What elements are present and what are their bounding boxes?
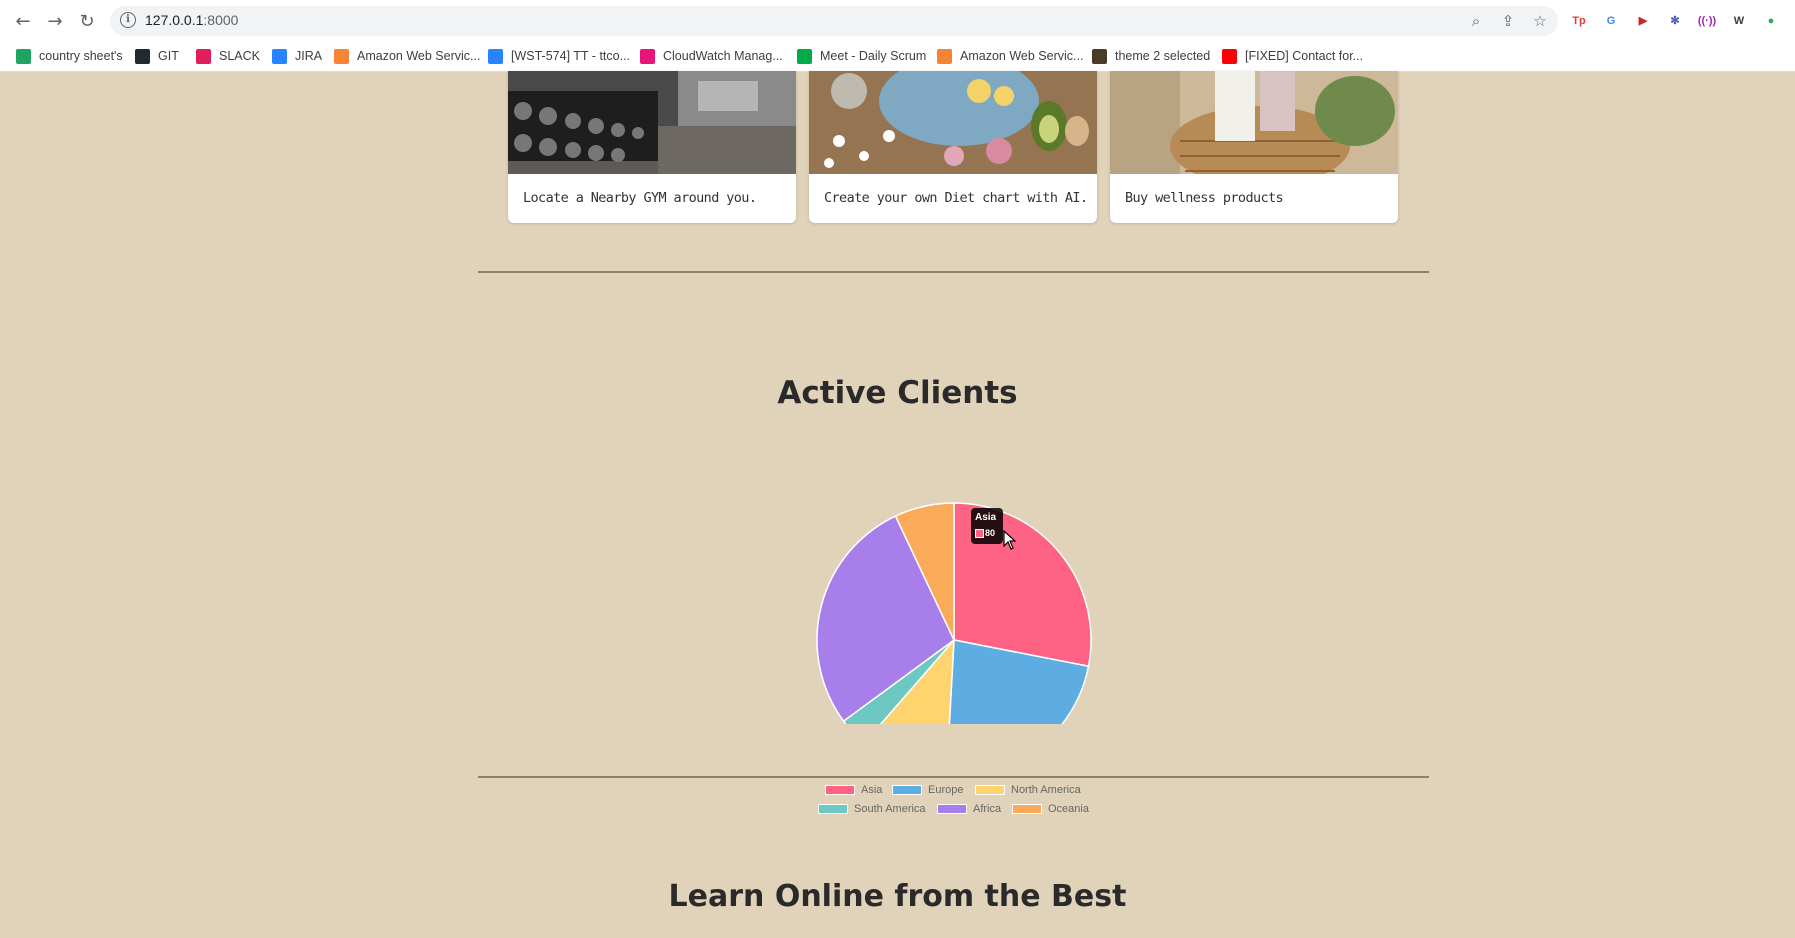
bookmark-item[interactable]: GIT (135, 45, 179, 67)
bookmark-label: [WST-574] TT - ttco... (511, 49, 631, 63)
legend-item[interactable]: Oceania (1012, 803, 1089, 815)
legend-label: North America (1011, 784, 1081, 796)
legend-swatch (975, 785, 1005, 795)
bookmark-item[interactable]: Meet - Daily Scrum (797, 45, 926, 67)
legend-swatch (937, 804, 967, 814)
chart-tooltip: Asia 80 (971, 508, 1003, 544)
bookmark-favicon-icon (640, 48, 655, 64)
bookmark-item[interactable]: [WST-574] TT - ttco... (488, 45, 630, 67)
legend-swatch (1012, 804, 1042, 814)
bookmark-label: Amazon Web Servic... (357, 49, 481, 63)
bookmark-item[interactable]: Amazon Web Servic... (937, 45, 1083, 67)
radio-extension-icon[interactable]: ((·)) (1696, 10, 1718, 32)
bookmark-label: SLACK (219, 49, 260, 63)
bookmark-favicon-icon (272, 48, 287, 64)
bookmark-item[interactable]: JIRA (272, 45, 322, 67)
legend-label: Africa (973, 803, 1002, 815)
active-clients-pie-chart[interactable] (804, 424, 1104, 724)
bookmark-label: country sheet's (39, 49, 123, 63)
bookmark-label: GIT (158, 49, 179, 63)
snowflake-extension-icon[interactable]: ✻ (1664, 10, 1686, 32)
bookmark-item[interactable]: CloudWatch Manag... (640, 45, 783, 67)
diet-card[interactable]: Create your own Diet chart with AI. (809, 71, 1097, 223)
tp-extension-icon[interactable]: Tp (1568, 10, 1590, 32)
wordpress-extension-icon[interactable]: W (1728, 10, 1750, 32)
legend-swatch (825, 785, 855, 795)
bookmark-label: JIRA (295, 49, 323, 63)
bookmark-item[interactable]: country sheet's (16, 45, 123, 67)
bookmark-label: CloudWatch Manag... (663, 49, 783, 63)
color-extension-icon[interactable]: ● (1760, 10, 1782, 32)
address-bar[interactable]: i 127.0.0.1:8000 ⌕ ⇪ ☆ (110, 6, 1558, 36)
bookmark-label: [FIXED] Contact for... (1245, 49, 1364, 63)
diet-image (809, 71, 1097, 174)
bookmark-favicon-icon (334, 48, 349, 64)
tooltip-title: Asia (975, 512, 997, 523)
bookmark-favicon-icon (937, 48, 952, 64)
bookmark-star-icon[interactable]: ☆ (1530, 11, 1550, 31)
bookmark-favicon-icon (196, 48, 211, 64)
legend-item[interactable]: Europe (892, 784, 963, 796)
section-title: Learn Online from the Best (668, 879, 1127, 914)
site-info-icon[interactable]: i (120, 12, 136, 28)
translate-extension-icon[interactable]: G (1600, 10, 1622, 32)
legend-swatch (818, 804, 848, 814)
legend-label: Oceania (1048, 803, 1089, 815)
zoom-icon[interactable]: ⌕ (1466, 11, 1486, 31)
legend-item[interactable]: North America (975, 784, 1081, 796)
bookmark-item[interactable]: SLACK (196, 45, 260, 67)
bookmark-item[interactable]: Amazon Web Servic... (334, 45, 480, 67)
legend-label: Europe (928, 784, 964, 796)
bookmark-label: Amazon Web Servic... (960, 49, 1084, 63)
reload-icon[interactable]: ↻ (75, 9, 99, 33)
legend-label: South America (854, 803, 926, 815)
bookmark-item[interactable]: [FIXED] Contact for... (1222, 45, 1363, 67)
legend-item[interactable]: South America (818, 803, 926, 815)
page-content: Locate a Nearby GYM around you. Create y… (0, 71, 1795, 938)
url-text[interactable]: 127.0.0.1:8000 (145, 12, 238, 28)
bookmark-label: Meet - Daily Scrum (820, 49, 927, 63)
wellness-image (1110, 71, 1398, 174)
bookmark-favicon-icon (1222, 48, 1237, 64)
bookmark-label: theme 2 selected (1115, 49, 1211, 63)
legend-label: Asia (861, 784, 883, 796)
card-text: Locate a Nearby GYM around you. (523, 190, 757, 206)
bookmark-favicon-icon (135, 48, 150, 64)
legend-item[interactable]: Asia (825, 784, 882, 796)
bookmark-favicon-icon (797, 48, 812, 64)
forward-icon[interactable]: → (43, 9, 67, 33)
bookmarks-bar: country sheet's GIT SLACK JIRA Amazon Web Se… (0, 42, 1795, 70)
bookmark-item[interactable]: theme 2 selected (1092, 45, 1210, 67)
tooltip-value: 80 (985, 528, 996, 538)
gym-card[interactable]: Locate a Nearby GYM around you. (508, 71, 796, 223)
bookmark-favicon-icon (488, 48, 503, 64)
card-text: Create your own Diet chart with AI. (824, 190, 1088, 206)
wellness-card[interactable]: Buy wellness products (1110, 71, 1398, 223)
section-divider (478, 776, 1429, 778)
gym-image (508, 71, 796, 174)
browser-chrome: ← → ↻ i 127.0.0.1:8000 ⌕ ⇪ ☆ Tp G ▶ ✻ ((·)) W… (0, 0, 1795, 72)
tooltip-swatch (975, 529, 984, 538)
share-icon[interactable]: ⇪ (1498, 11, 1518, 31)
back-icon[interactable]: ← (11, 9, 35, 33)
bookmark-favicon-icon (16, 48, 31, 64)
card-text: Buy wellness products (1125, 190, 1284, 206)
bookmark-favicon-icon (1092, 48, 1107, 64)
legend-swatch (892, 785, 922, 795)
section-divider (478, 271, 1429, 273)
chart-title: Active Clients (777, 375, 1018, 411)
browser-toolbar: ← → ↻ i 127.0.0.1:8000 ⌕ ⇪ ☆ Tp G ▶ ✻ ((·)) W… (0, 0, 1795, 41)
video-extension-icon[interactable]: ▶ (1632, 10, 1654, 32)
mouse-cursor-icon (1003, 530, 1017, 550)
legend-item[interactable]: Africa (937, 803, 1001, 815)
